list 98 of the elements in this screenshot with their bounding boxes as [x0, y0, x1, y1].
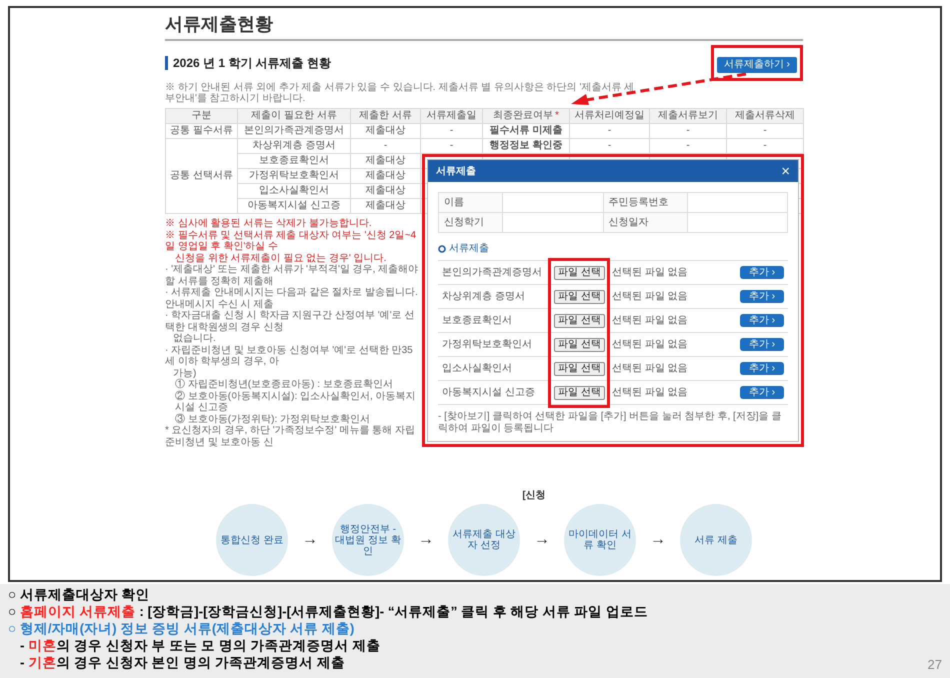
- section-title: 서류제출: [449, 242, 489, 256]
- file-status: 선택된 파일 없음: [612, 386, 689, 400]
- document-label: 아동복지시설 신고증: [442, 386, 536, 400]
- table-cell: -: [450, 140, 454, 151]
- file-status: 선택된 파일 없음: [612, 362, 689, 376]
- page-title: 서류제출현황: [165, 13, 274, 36]
- slide-text: - 기혼의 경우 신청자 본인 명의 가족관계증명서 제출: [20, 654, 345, 671]
- file-status: 선택된 파일 없음: [612, 266, 689, 280]
- required-mark: *: [555, 110, 559, 121]
- page-number: 27: [928, 656, 942, 674]
- document-label: 본인의가족관계증명서: [442, 266, 543, 280]
- table-cell: 필수서류 미제출: [490, 125, 562, 136]
- table-cell: -: [686, 140, 690, 151]
- field-label: 신청일자: [608, 216, 648, 230]
- add-button[interactable]: 추가 ›: [740, 290, 784, 303]
- choose-file-button[interactable]: 파일 선택: [554, 338, 605, 352]
- note-text: · 서류제출 안내메시지는 다음과 같은 절차로 발송됩니다. 안내메시지 수신 시 제출: [165, 287, 419, 310]
- step-label: 서류 제출: [694, 534, 738, 546]
- column-header: 제출서류보기: [658, 110, 718, 121]
- arrow-glyph: →: [302, 530, 318, 550]
- column-header: 최종완료여부: [493, 110, 554, 121]
- note-text: · '제출대상' 또는 제출한 서류가 '부적격'일 경우, 제출해야 할 서류를 정확히 제출해: [165, 264, 420, 287]
- table-cell: 입소사실확인서: [259, 185, 329, 196]
- column-header: 제출한 서류: [359, 110, 412, 121]
- dialog-title: 서류제출: [436, 164, 476, 178]
- choose-file-button[interactable]: 파일 선택: [554, 314, 605, 328]
- add-button[interactable]: 추가 ›: [740, 314, 784, 327]
- table-cell: 제출대상: [366, 170, 406, 181]
- column-header: 구분: [192, 110, 212, 121]
- table-cell: -: [450, 125, 454, 136]
- document-label: 입소사실확인서: [442, 362, 513, 376]
- table-cell: 제출대상: [366, 155, 406, 166]
- arrow-glyph: →: [650, 530, 666, 550]
- slide-text: ○ 홈페이지 서류제출 : [장학금]-[장학금신청]-[서류제출현황]- “서류제출” 클릭 후 해당 서류 파일 업로드: [8, 603, 648, 620]
- table-cell: 공통 필수서류: [170, 125, 233, 136]
- flow-caption: [신청: [522, 490, 546, 502]
- arrow-glyph: →: [418, 530, 434, 550]
- note-text: ③ 보호아동(가정위탁): 가정위탁보호확인서: [174, 414, 371, 425]
- slide-text: - 미혼의 경우 신청자 부 또는 모 명의 가족관계증명서 제출: [20, 637, 380, 654]
- step-label: 행정안전부 - 대법원 정보 확인: [335, 524, 401, 556]
- close-button[interactable]: ×: [781, 164, 790, 178]
- note-text: 가능): [172, 368, 198, 379]
- document-label: 가정위탁보호확인서: [442, 338, 533, 352]
- table-cell: 가정위탁보호확인서: [249, 170, 339, 181]
- note-text: · 자립준비청년 및 보호아동 신청여부 '예'로 선택한 만35세 이하 학부생의 경우, 아: [165, 344, 414, 368]
- field-label: 신청학기: [444, 216, 484, 230]
- note-text: · 학자금대출 신청 시 학자금 지원구간 산정여부 '예'로 선택한 대학원생의 경우 신청: [165, 310, 416, 333]
- note-text: ※ 필수서류 및 선택서류 제출 대상자 여부는 '신청 2일~4일 영업일 후 확인'하실 수: [165, 230, 418, 252]
- step-label: 마이데이터 서류 확인: [568, 529, 632, 551]
- choose-file-button[interactable]: 파일 선택: [554, 266, 605, 280]
- file-status: 선택된 파일 없음: [612, 338, 689, 352]
- file-status: 선택된 파일 없음: [612, 314, 689, 328]
- field-label: 이름: [444, 196, 464, 210]
- table-cell: 제출대상: [366, 125, 406, 136]
- table-cell: -: [608, 140, 612, 151]
- add-button[interactable]: 추가 ›: [740, 386, 784, 399]
- submit-documents-button[interactable]: 서류제출하기 ›: [716, 57, 797, 73]
- choose-file-button[interactable]: 파일 선택: [554, 386, 605, 400]
- table-cell: -: [763, 125, 767, 136]
- column-header: 서류처리예정일: [574, 110, 644, 121]
- note-text: ① 자립준비청년(보호종료아동) : 보호종료확인서: [175, 379, 394, 390]
- document-label: 차상위계층 증명서: [442, 290, 526, 304]
- section-heading: 2026 년 1 학기 서류제출 현황: [165, 56, 332, 70]
- table-cell: 제출대상: [366, 185, 406, 196]
- table-cell: -: [686, 125, 690, 136]
- table-cell: 본인의가족관계증명서: [244, 125, 344, 136]
- table-cell: -: [384, 140, 388, 151]
- table-cell: 아동복지시설 신고증: [248, 200, 340, 211]
- note-text: ※ 심사에 활용된 서류는 삭제가 불가능합니다.: [165, 218, 373, 230]
- note-text: 신청을 위한 서류제출이 필요 없는 경우' 입니다.: [174, 252, 388, 264]
- add-button[interactable]: 추가 ›: [740, 266, 784, 279]
- field-label: 주민등록번호: [608, 196, 668, 210]
- slide-text: ○ 형제/자매(자녀) 정보 증빙 서류(제출대상자 서류 제출): [8, 620, 354, 637]
- table-cell: -: [763, 140, 767, 151]
- column-header: 제출서류삭제: [735, 110, 795, 121]
- step-label: 통합신청 완료: [220, 534, 284, 546]
- add-button[interactable]: 추가 ›: [740, 362, 784, 375]
- choose-file-button[interactable]: 파일 선택: [554, 290, 605, 304]
- choose-file-button[interactable]: 파일 선택: [554, 362, 605, 376]
- step-label: 서류제출 대상자 선정: [452, 529, 516, 551]
- table-cell: 차상위계층 증명서: [252, 140, 336, 151]
- notice-text: ※ 하기 안내된 서류 외에 추가 제출 서류가 있을 수 있습니다. 제출서류 별 유의사항은 하단의 '제출서류 세부안내'를 참고하시기 바랍니다.: [165, 82, 635, 104]
- file-status: 선택된 파일 없음: [612, 290, 689, 304]
- column-header: 서류제출일: [426, 110, 476, 121]
- table-cell: 제출대상: [366, 200, 406, 211]
- column-header: 제출이 필요한 서류: [251, 110, 337, 121]
- note-text: ② 보호아동(아동복지시설): 입소사실확인서, 아동복지시설 신고증: [174, 390, 417, 414]
- document-label: 보호종료확인서: [442, 314, 513, 328]
- dialog-note: - [찾아보기] 클릭하여 선택한 파일을 [추가] 버튼을 눌러 첨부한 후, [저장]을 클릭하여 파일이 등록됩니다: [438, 411, 782, 435]
- note-text: * 요신청자의 경우, 하단 '가족정보수정' 메뉴를 통해 자립준비청년 및 보호아동 신: [165, 425, 416, 448]
- slide-text: ○ 서류제출대상자 확인: [8, 586, 150, 603]
- table-cell: -: [608, 125, 612, 136]
- table-cell: 보호종료확인서: [259, 155, 329, 166]
- table-cell: 공통 선택서류: [170, 170, 233, 181]
- add-button[interactable]: 추가 ›: [740, 338, 784, 351]
- table-cell: 행정정보 확인중: [490, 140, 562, 151]
- arrow-glyph: →: [534, 530, 550, 550]
- note-text: 없습니다.: [172, 333, 217, 344]
